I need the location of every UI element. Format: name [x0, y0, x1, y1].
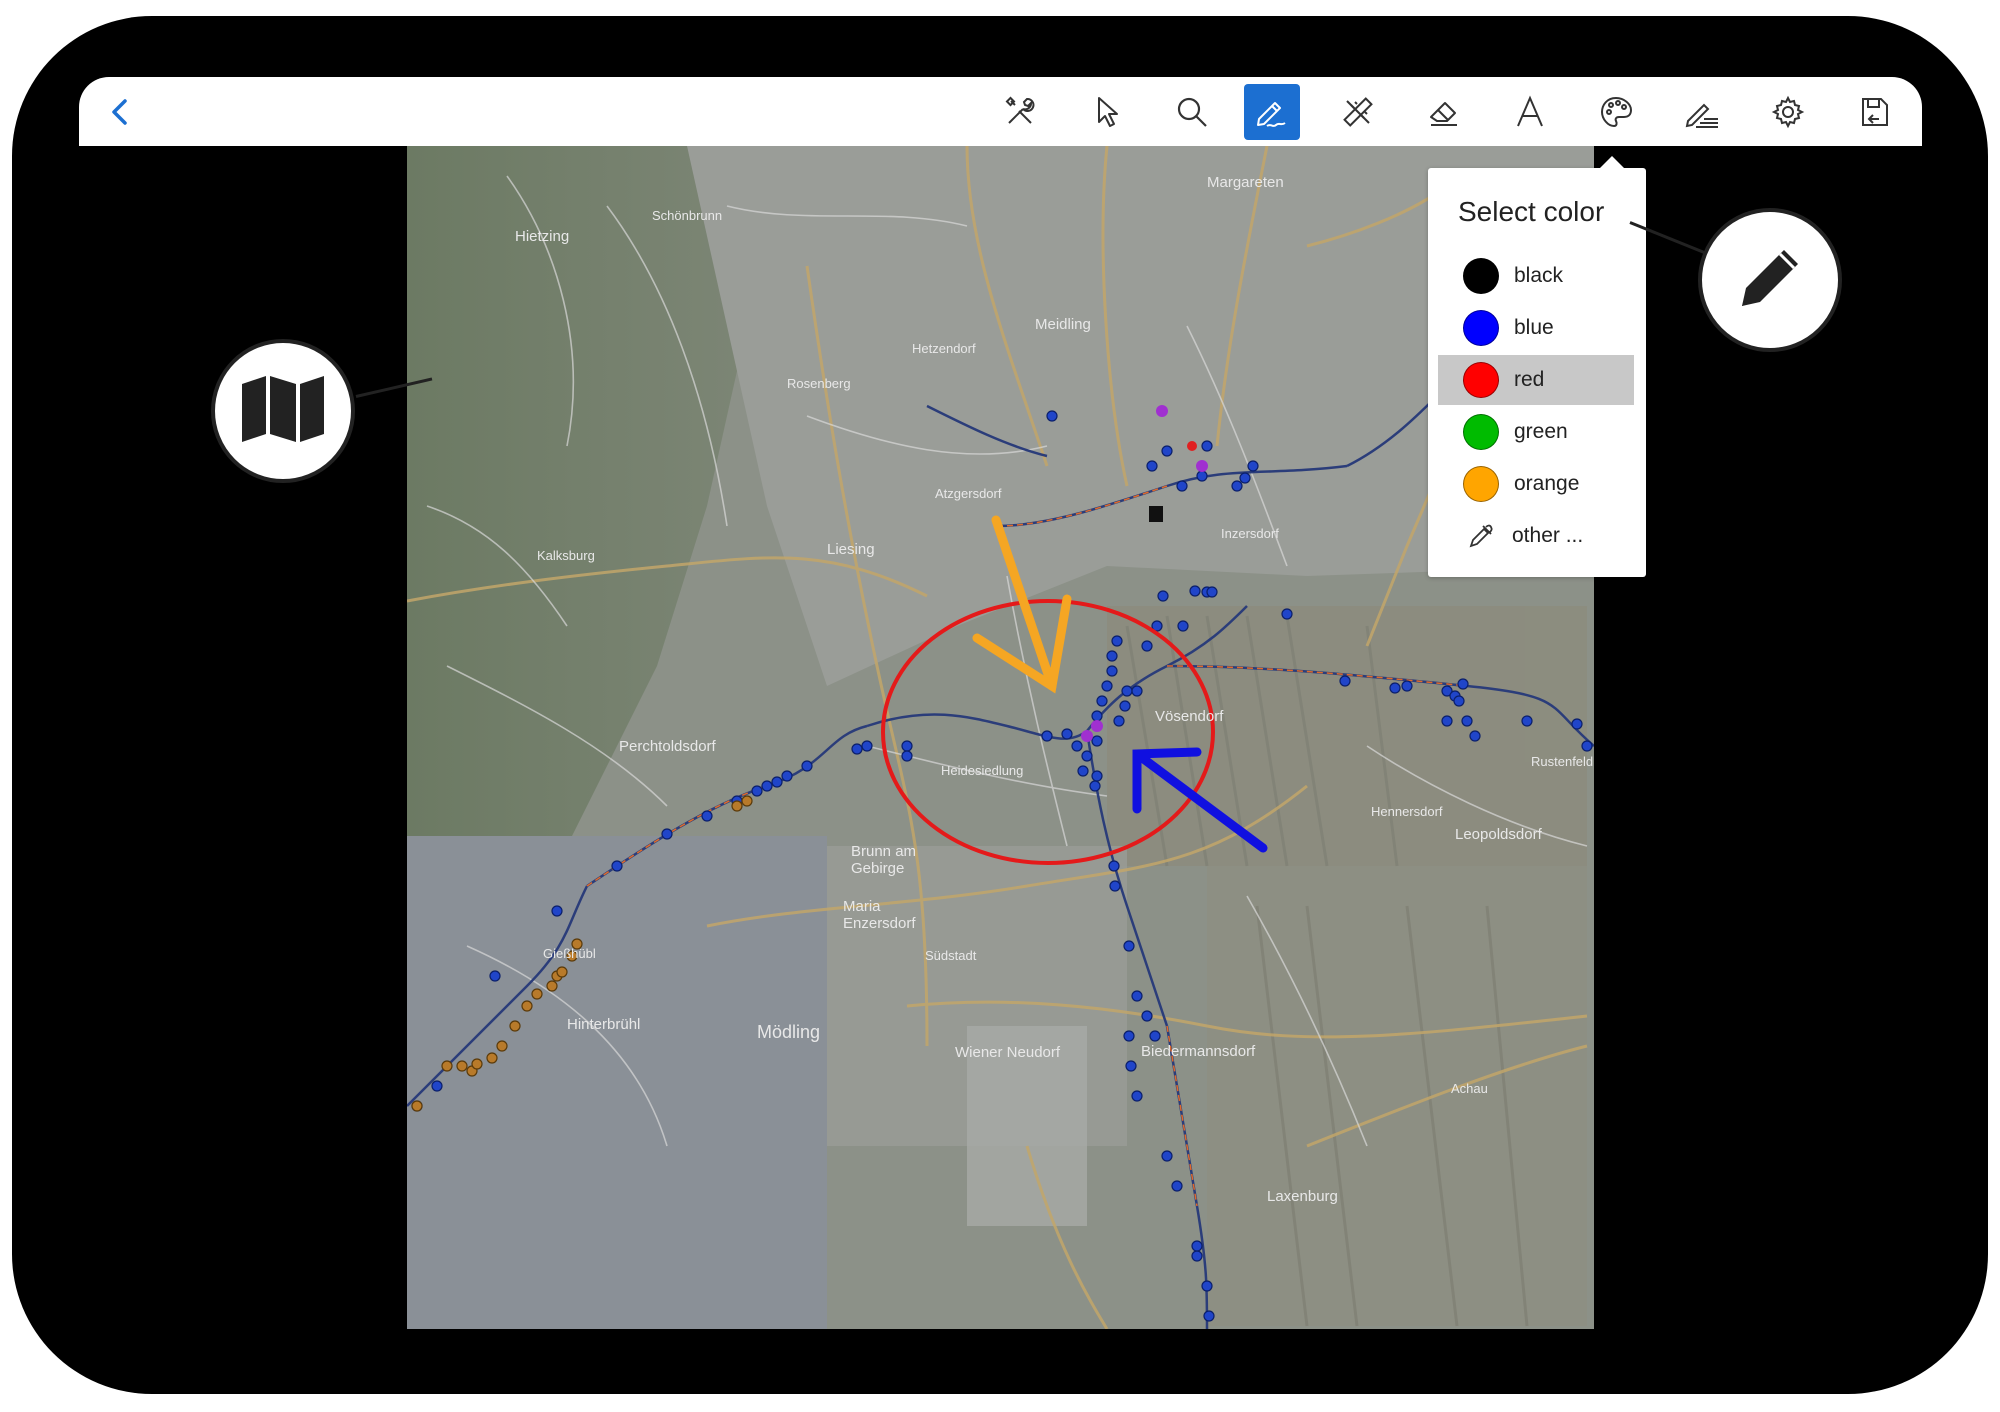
map-label-liesing: Liesing: [827, 541, 875, 558]
color-swatch-red: [1463, 362, 1499, 398]
text-icon[interactable]: [1502, 84, 1558, 140]
map-label-maria-enzersdorf: Maria Enzersdorf: [843, 898, 916, 932]
map-label-laxenburg: Laxenburg: [1267, 1188, 1338, 1205]
map-label-rosenberg: Rosenberg: [787, 376, 851, 391]
map-label-schonbrunn: Schönbrunn: [652, 208, 723, 223]
color-option-other[interactable]: other ...: [1438, 511, 1634, 561]
color-option-blue[interactable]: blue: [1438, 303, 1634, 353]
color-option-orange[interactable]: orange: [1438, 459, 1634, 509]
map-canvas: [407, 146, 1594, 1329]
map-label-meidling: Meidling: [1035, 316, 1091, 333]
map-label-kalksburg: Kalksburg: [537, 548, 595, 563]
chevron-left-icon[interactable]: [103, 95, 137, 129]
color-label: blue: [1514, 316, 1554, 339]
palette-icon[interactable]: [1588, 84, 1644, 140]
map-label-biedermannsdorf: Biedermannsdorf: [1141, 1043, 1256, 1060]
line-style-icon[interactable]: [1674, 84, 1730, 140]
map-label-sudstadt: Südstadt: [925, 948, 977, 963]
map-label-margareten: Margareten: [1207, 174, 1284, 191]
color-swatch-blue: [1463, 310, 1499, 346]
map-label-perchtoldsdorf: Perchtoldsdorf: [619, 738, 716, 755]
save-icon[interactable]: [1846, 84, 1902, 140]
map-label-giesshubl: Gießhübl: [543, 946, 596, 961]
map-label-hetzendorf: Hetzendorf: [912, 341, 976, 356]
map-icon: [240, 374, 326, 449]
popup-title: Select color: [1458, 196, 1605, 227]
color-option-red[interactable]: red: [1438, 355, 1634, 405]
search-icon[interactable]: [1164, 84, 1220, 140]
map-label-hinterbruhl: Hinterbrühl: [567, 1016, 641, 1033]
map-label-wiener-neudorf: Wiener Neudorf: [955, 1044, 1061, 1061]
eraser-icon[interactable]: [1416, 84, 1472, 140]
measure-icon[interactable]: [1330, 84, 1386, 140]
toolbar: [79, 77, 1922, 146]
color-swatch-orange: [1463, 466, 1499, 502]
pen-draw-icon[interactable]: [1244, 84, 1300, 140]
color-label: other ...: [1512, 524, 1584, 547]
map-view[interactable]: Margareten Hietzing Schönbrunn Meidling …: [407, 146, 1594, 1329]
map-label-rustenfeld: Rustenfeld: [1531, 754, 1594, 769]
eyedropper-icon: [1465, 520, 1497, 552]
color-label: green: [1514, 420, 1568, 443]
map-label-modling: Mödling: [757, 1022, 821, 1042]
color-option-black[interactable]: black: [1438, 251, 1634, 301]
color-label: red: [1514, 368, 1545, 391]
map-label-atzgersdorf: Atzgersdorf: [935, 486, 1002, 501]
color-swatch-green: [1463, 414, 1499, 450]
map-label-brunn: Brunn am Gebirge: [851, 843, 917, 877]
pointer-icon[interactable]: [1078, 84, 1134, 140]
color-label: orange: [1514, 472, 1580, 495]
callout-map: [211, 339, 355, 483]
map-label-inzersdorf: Inzersdorf: [1221, 526, 1279, 541]
color-picker-popup: Select color black blue red green orange…: [1428, 156, 1646, 577]
popup-notch: [1600, 156, 1624, 168]
tools-icon[interactable]: [992, 84, 1048, 140]
color-option-green[interactable]: green: [1438, 407, 1634, 457]
callout-pencil: [1698, 208, 1842, 352]
map-label-hennersdorf: Hennersdorf: [1371, 804, 1443, 819]
map-label-achau: Achau: [1451, 1081, 1488, 1096]
map-label-heidesiedlung: Heidesiedlung: [941, 763, 1024, 778]
map-label-leopoldsdorf: Leopoldsdorf: [1455, 826, 1542, 843]
map-label-vosendorf: Vösendorf: [1155, 708, 1224, 725]
color-label: black: [1514, 264, 1564, 287]
map-label-hietzing: Hietzing: [515, 228, 570, 245]
settings-icon[interactable]: [1760, 84, 1816, 140]
color-swatch-black: [1463, 258, 1499, 294]
pencil-icon: [1728, 236, 1812, 325]
